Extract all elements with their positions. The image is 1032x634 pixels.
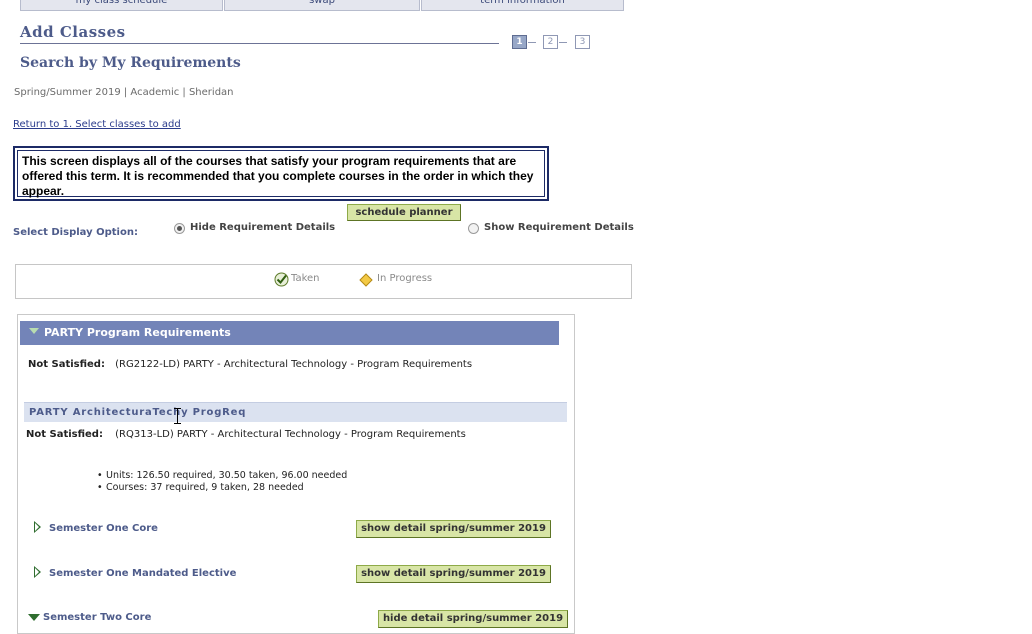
legend-box: Taken In Progress <box>15 264 632 299</box>
program-requirements-title: PARTY Program Requirements <box>44 326 231 339</box>
units-summary: Units: 126.50 required, 30.50 taken, 96.… <box>97 470 347 482</box>
not-satisfied-text: (RQ313-LD) PARTY - Architectural Technol… <box>115 429 466 440</box>
expand-triangle-icon[interactable] <box>34 521 41 533</box>
hide-details-label[interactable]: Hide Requirement Details <box>190 222 335 233</box>
hide-detail-button[interactable]: hide detail spring/summer 2019 <box>378 610 568 628</box>
info-message-box: This screen displays all of the courses … <box>13 146 549 201</box>
group-semester-one-mandated-elective[interactable]: Semester One Mandated Elective <box>49 568 236 579</box>
show-detail-button[interactable]: show detail spring/summer 2019 <box>356 565 551 583</box>
requirements-panel: PARTY Program Requirements Not Satisfied… <box>17 314 575 634</box>
show-detail-button[interactable]: show detail spring/summer 2019 <box>356 520 551 538</box>
not-satisfied-text: (RG2122-LD) PARTY - Architectural Techno… <box>115 359 473 370</box>
step-connector <box>559 42 567 43</box>
tab-term-information[interactable]: term information <box>421 0 624 11</box>
collapse-caret-icon[interactable] <box>29 328 39 334</box>
step-1-indicator: 1 <box>512 35 527 49</box>
checkmark-icon <box>274 272 289 287</box>
title-divider <box>20 43 499 44</box>
hide-details-radio[interactable] <box>174 223 185 234</box>
legend-in-progress-label: In Progress <box>377 273 433 284</box>
legend-taken-label: Taken <box>291 273 320 284</box>
term-info-line: Spring/Summer 2019 | Academic | Sheridan <box>14 87 234 98</box>
schedule-planner-button[interactable]: schedule planner <box>347 204 461 221</box>
step-3-indicator: 3 <box>575 35 590 49</box>
diamond-icon <box>359 273 373 287</box>
not-satisfied-row-2: Not Satisfied: (RQ313-LD) PARTY - Archit… <box>26 429 466 440</box>
courses-summary: Courses: 37 required, 9 taken, 28 needed <box>97 482 347 494</box>
show-details-label[interactable]: Show Requirement Details <box>484 222 634 233</box>
section-title: Search by My Requirements <box>20 55 241 71</box>
not-satisfied-row-1: Not Satisfied: (RG2122-LD) PARTY - Archi… <box>28 359 472 370</box>
display-option-label: Select Display Option: <box>13 227 138 238</box>
sub-requirement-header: PARTY ArchitecturaTechy ProgReq <box>24 402 567 422</box>
tab-my-class-schedule[interactable]: my class schedule <box>20 0 223 11</box>
not-satisfied-label: Not Satisfied: <box>26 429 103 440</box>
not-satisfied-label: Not Satisfied: <box>28 359 105 370</box>
group-semester-one-core[interactable]: Semester One Core <box>49 523 158 534</box>
program-requirements-header[interactable]: PARTY Program Requirements <box>20 321 559 345</box>
step-2-indicator: 2 <box>543 35 558 49</box>
requirement-summary-list: Units: 126.50 required, 30.50 taken, 96.… <box>97 470 347 494</box>
expand-triangle-icon[interactable] <box>34 566 41 578</box>
sub-requirement-title: PARTY ArchitecturaTechy ProgReq <box>29 407 247 418</box>
return-link[interactable]: Return to 1. Select classes to add <box>13 119 181 130</box>
show-details-radio[interactable] <box>468 223 479 234</box>
tab-swap[interactable]: swap <box>224 0 420 11</box>
group-semester-two-core[interactable]: Semester Two Core <box>43 612 151 623</box>
info-message-text: This screen displays all of the courses … <box>17 150 545 198</box>
text-cursor-icon <box>174 408 184 424</box>
page-title: Add Classes <box>20 23 126 41</box>
step-connector <box>528 42 536 43</box>
